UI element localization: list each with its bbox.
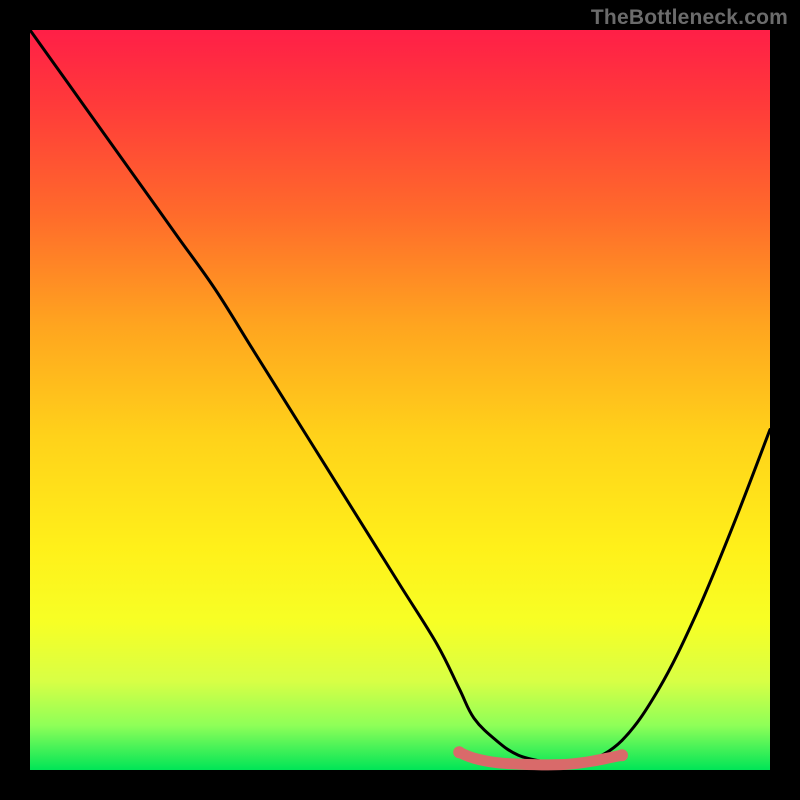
- highlight-dot-right: [616, 749, 628, 761]
- chart-svg: [30, 30, 770, 770]
- watermark-text: TheBottleneck.com: [591, 6, 788, 30]
- plot-area: [30, 30, 770, 770]
- highlight-curve: [459, 752, 622, 765]
- highlight-dot-left: [453, 746, 465, 758]
- main-curve: [30, 30, 770, 765]
- chart-frame: TheBottleneck.com: [0, 0, 800, 800]
